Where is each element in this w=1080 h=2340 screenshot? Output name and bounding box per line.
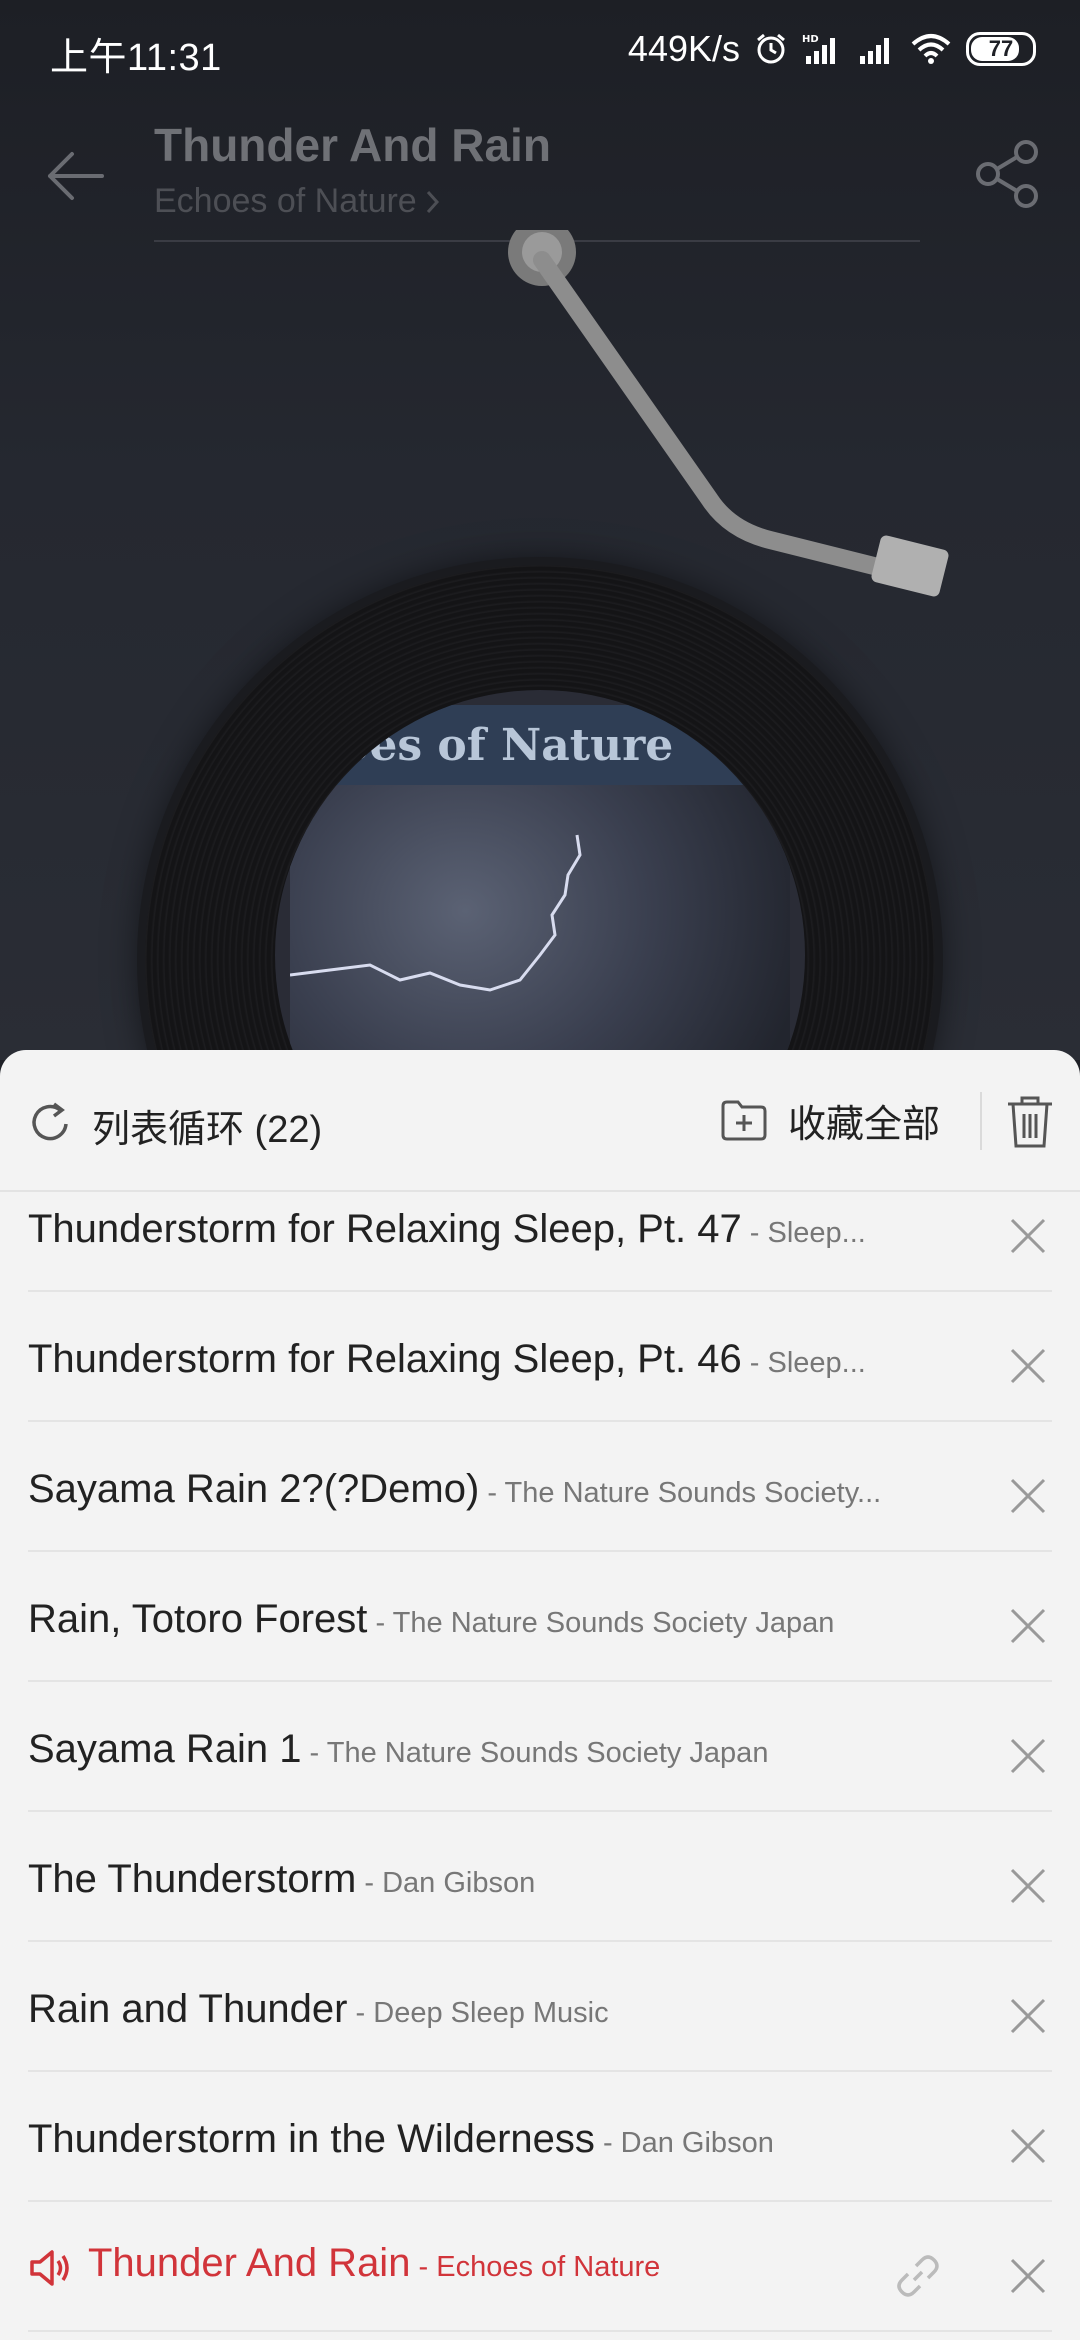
link-icon[interactable] [894,2252,942,2300]
list-item[interactable]: Sayama Rain 1 - The Nature Sounds Societ… [28,1682,1052,1812]
track-text: Sayama Rain 2?(?Demo) - The Nature Sound… [28,1467,881,1512]
tonearm-icon [508,230,949,597]
close-icon[interactable] [1004,1212,1052,1260]
svg-text:HD: HD [802,34,819,45]
player-background: 上午11:31 449K/s HD 77 Thunder And Rain Ec… [0,0,1080,1355]
track-text: Rain, Totoro Forest - The Nature Sounds … [28,1597,834,1642]
track-title: Sayama Rain 2?(?Demo) [28,1467,480,1511]
track-artist: - The Nature Sounds Society Japan [367,1607,835,1639]
track-title: Thunderstorm for Relaxing Sleep, Pt. 46 [28,1337,742,1381]
track-title: Thunderstorm in the Wilderness [28,2117,595,2161]
track-title: Sayama Rain 1 [28,1727,302,1771]
list-item[interactable]: The Thunderstorm - Dan Gibson [28,1812,1052,1942]
track-text: Thunder And Rain - Echoes of Nature [28,2241,660,2292]
hd-signal-icon: HD [802,34,835,64]
track-artist: - Dan Gibson [594,2127,774,2159]
speaker-icon [30,2250,69,2286]
collect-all-label: 收藏全部 [788,1103,941,1146]
list-item[interactable]: Rain, Totoro Forest - The Nature Sounds … [28,1552,1052,1682]
list-item[interactable]: Thunderstorm for Relaxing Sleep, Pt. 47 … [28,1190,1052,1292]
back-arrow-icon[interactable] [40,140,112,212]
close-icon[interactable] [1004,1342,1052,1390]
wifi-icon [911,34,951,64]
artist-name: Echoes of Nature [154,182,417,220]
list-item[interactable]: Sayama Rain 2?(?Demo) - The Nature Sound… [28,1422,1052,1552]
track-title: Rain, Totoro Forest [28,1597,368,1641]
play-mode-label[interactable]: 列表循环 (22) [92,1098,322,1153]
folder-add-icon [721,1100,767,1141]
status-bar: 上午11:31 449K/s HD 77 [0,0,1080,100]
track-text: The Thunderstorm - Dan Gibson [28,1857,535,1902]
track-artist: - Sleep... [741,1217,866,1249]
chevron-right-icon [426,190,439,213]
header-separator [980,1092,982,1150]
track-text: Thunderstorm for Relaxing Sleep, Pt. 47 … [28,1207,866,1252]
status-icons: 449K/s HD 77 [628,26,1036,72]
close-icon[interactable] [1004,1602,1052,1650]
track-title: Thunder And Rain [88,2241,411,2286]
list-item-now-playing[interactable]: Thunder And Rain - Echoes of Nature [28,2202,1052,2332]
track-text: Sayama Rain 1 - The Nature Sounds Societ… [28,1727,768,1772]
alarm-icon [757,33,785,64]
track-text: Rain and Thunder - Deep Sleep Music [28,1987,609,2032]
playlist-header: 列表循环 (22) 收藏全部 [0,1050,1080,1192]
status-time: 上午11:31 [50,37,222,79]
trash-icon[interactable] [1004,1094,1056,1150]
list-item[interactable]: Thunderstorm in the Wilderness - Dan Gib… [28,2072,1052,2202]
battery-icon: 77 [966,32,1036,66]
player-header: Thunder And Rain Echoes of Nature [0,110,1080,242]
list-item[interactable]: Rain and Thunder - Deep Sleep Music [28,1942,1052,2072]
list-item[interactable]: Thunderstorm for Relaxing Sleep, Pt. 46 … [28,1292,1052,1422]
share-icon[interactable] [970,136,1046,212]
track-list: Thunderstorm for Relaxing Sleep, Pt. 47 … [0,1190,1080,2332]
close-icon[interactable] [1004,1862,1052,1910]
signal-icon [860,38,889,64]
track-title: The Thunderstorm [28,1857,357,1901]
close-icon[interactable] [1004,1472,1052,1520]
track-text: Thunderstorm for Relaxing Sleep, Pt. 46 … [28,1337,866,1382]
network-speed: 449K/s [627,28,740,69]
album-banner-text: oes of Nature [290,705,790,785]
close-icon[interactable] [1004,2252,1052,2300]
track-text: Thunderstorm in the Wilderness - Dan Gib… [28,2117,774,2162]
track-artist: - Echoes of Nature [410,2251,661,2284]
track-artist: - Sleep... [741,1347,866,1379]
loop-icon[interactable] [26,1098,74,1146]
track-artist: - The Nature Sounds Society... [479,1477,882,1509]
close-icon[interactable] [1004,2122,1052,2170]
battery-level: 77 [988,36,1014,61]
collect-all-button[interactable]: 收藏全部 [720,1090,940,1150]
track-artist: - The Nature Sounds Society Japan [301,1737,769,1769]
track-artist: - Dan Gibson [356,1867,536,1899]
song-title: Thunder And Rain [154,119,551,171]
track-title: Rain and Thunder [28,1987,348,2031]
track-title: Thunderstorm for Relaxing Sleep, Pt. 47 [28,1207,742,1251]
close-icon[interactable] [1004,1732,1052,1780]
track-artist: - Deep Sleep Music [347,1997,609,2029]
close-icon[interactable] [1004,1992,1052,2040]
artist-link[interactable]: Echoes of Nature [154,182,441,221]
playlist-sheet: 列表循环 (22) 收藏全部 Thunderstorm for Relaxing… [0,1050,1080,2340]
